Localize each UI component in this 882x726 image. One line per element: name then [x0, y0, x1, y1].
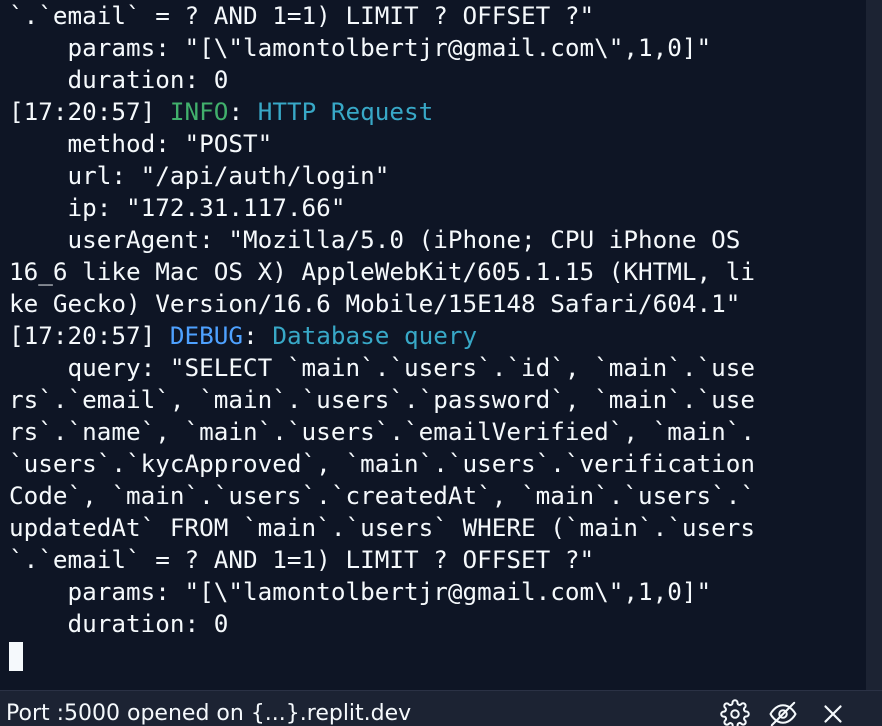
line-text: rs`.`email`, `main`.`users`.`password`, … [9, 385, 756, 414]
line-text: [17:20:57] [9, 321, 170, 350]
terminal-line: params: "[\"lamontolbertjr@gmail.com\",1… [9, 32, 859, 64]
log-message: Database query [272, 321, 478, 350]
terminal-line: Code`, `main`.`users`.`createdAt`, `main… [9, 480, 859, 512]
terminal-line: query: "SELECT `main`.`users`.`id`, `mai… [9, 352, 859, 384]
line-text: Code`, `main`.`users`.`createdAt`, `main… [9, 481, 756, 510]
line-text: `.`email` = ? AND 1=1) LIMIT ? OFFSET ?" [9, 1, 595, 30]
terminal-line: duration: 0 [9, 64, 859, 96]
line-text: [17:20:57] [9, 97, 170, 126]
line-text: updatedAt` FROM `main`.`users` WHERE (`m… [9, 513, 756, 542]
line-text: 16_6 like Mac OS X) AppleWebKit/605.1.15… [9, 257, 756, 286]
terminal-line: url: "/api/auth/login" [9, 160, 859, 192]
line-text: query: "SELECT `main`.`users`.`id`, `mai… [9, 353, 756, 382]
line-text: params: "[\"lamontolbertjr@gmail.com\",1… [9, 33, 712, 62]
terminal-line: `.`email` = ? AND 1=1) LIMIT ? OFFSET ?" [9, 0, 859, 32]
terminal-line: params: "[\"lamontolbertjr@gmail.com\",1… [9, 576, 859, 608]
line-text: rs`.`name`, `main`.`users`.`emailVerifie… [9, 417, 756, 446]
close-icon[interactable] [818, 699, 848, 726]
log-level-debug: DEBUG [169, 321, 244, 350]
terminal-line: [17:20:57] DEBUG: Database query [9, 320, 859, 352]
terminal-lines: `.`email` = ? AND 1=1) LIMIT ? OFFSET ?"… [9, 0, 859, 672]
line-text: `users`.`kycApproved`, `main`.`users`.`v… [9, 449, 756, 478]
terminal-line: duration: 0 [9, 608, 859, 640]
port-status-text: Port :5000 opened on {...}.replit.dev [6, 701, 412, 726]
line-text: duration: 0 [9, 65, 229, 94]
log-level-info: INFO [169, 97, 229, 126]
terminal-line: userAgent: "Mozilla/5.0 (iPhone; CPU iPh… [9, 224, 859, 256]
log-message: HTTP Request [257, 97, 434, 126]
terminal-line: ip: "172.31.117.66" [9, 192, 859, 224]
terminal-line: rs`.`email`, `main`.`users`.`password`, … [9, 384, 859, 416]
line-text: duration: 0 [9, 609, 229, 638]
status-bar: Port :5000 opened on {...}.replit.dev [0, 690, 882, 726]
terminal-line: ke Gecko) Version/16.6 Mobile/15E148 Saf… [9, 288, 859, 320]
terminal-line: `users`.`kycApproved`, `main`.`users`.`v… [9, 448, 859, 480]
terminal-scrollbar[interactable] [866, 0, 882, 690]
gear-icon[interactable] [720, 699, 750, 726]
terminal-line: rs`.`name`, `main`.`users`.`emailVerifie… [9, 416, 859, 448]
line-text: ke Gecko) Version/16.6 Mobile/15E148 Saf… [9, 289, 741, 318]
terminal-output[interactable]: `.`email` = ? AND 1=1) LIMIT ? OFFSET ?"… [0, 0, 866, 690]
line-text: : [243, 321, 273, 350]
terminal-line: [17:20:57] INFO: HTTP Request [9, 96, 859, 128]
terminal-line: 16_6 like Mac OS X) AppleWebKit/605.1.15… [9, 256, 859, 288]
eye-off-icon[interactable] [768, 699, 798, 726]
line-text: : [228, 97, 258, 126]
line-text: url: "/api/auth/login" [9, 161, 390, 190]
line-text: method: "POST" [9, 129, 273, 158]
line-text: `.`email` = ? AND 1=1) LIMIT ? OFFSET ?" [9, 545, 595, 574]
line-text: params: "[\"lamontolbertjr@gmail.com\",1… [9, 577, 712, 606]
terminal-line: `.`email` = ? AND 1=1) LIMIT ? OFFSET ?" [9, 544, 859, 576]
line-text: userAgent: "Mozilla/5.0 (iPhone; CPU iPh… [9, 225, 741, 254]
terminal-prompt-line[interactable] [9, 640, 859, 672]
line-text: ip: "172.31.117.66" [9, 193, 346, 222]
terminal-line: updatedAt` FROM `main`.`users` WHERE (`m… [9, 512, 859, 544]
terminal-cursor [9, 641, 23, 671]
terminal-line: method: "POST" [9, 128, 859, 160]
